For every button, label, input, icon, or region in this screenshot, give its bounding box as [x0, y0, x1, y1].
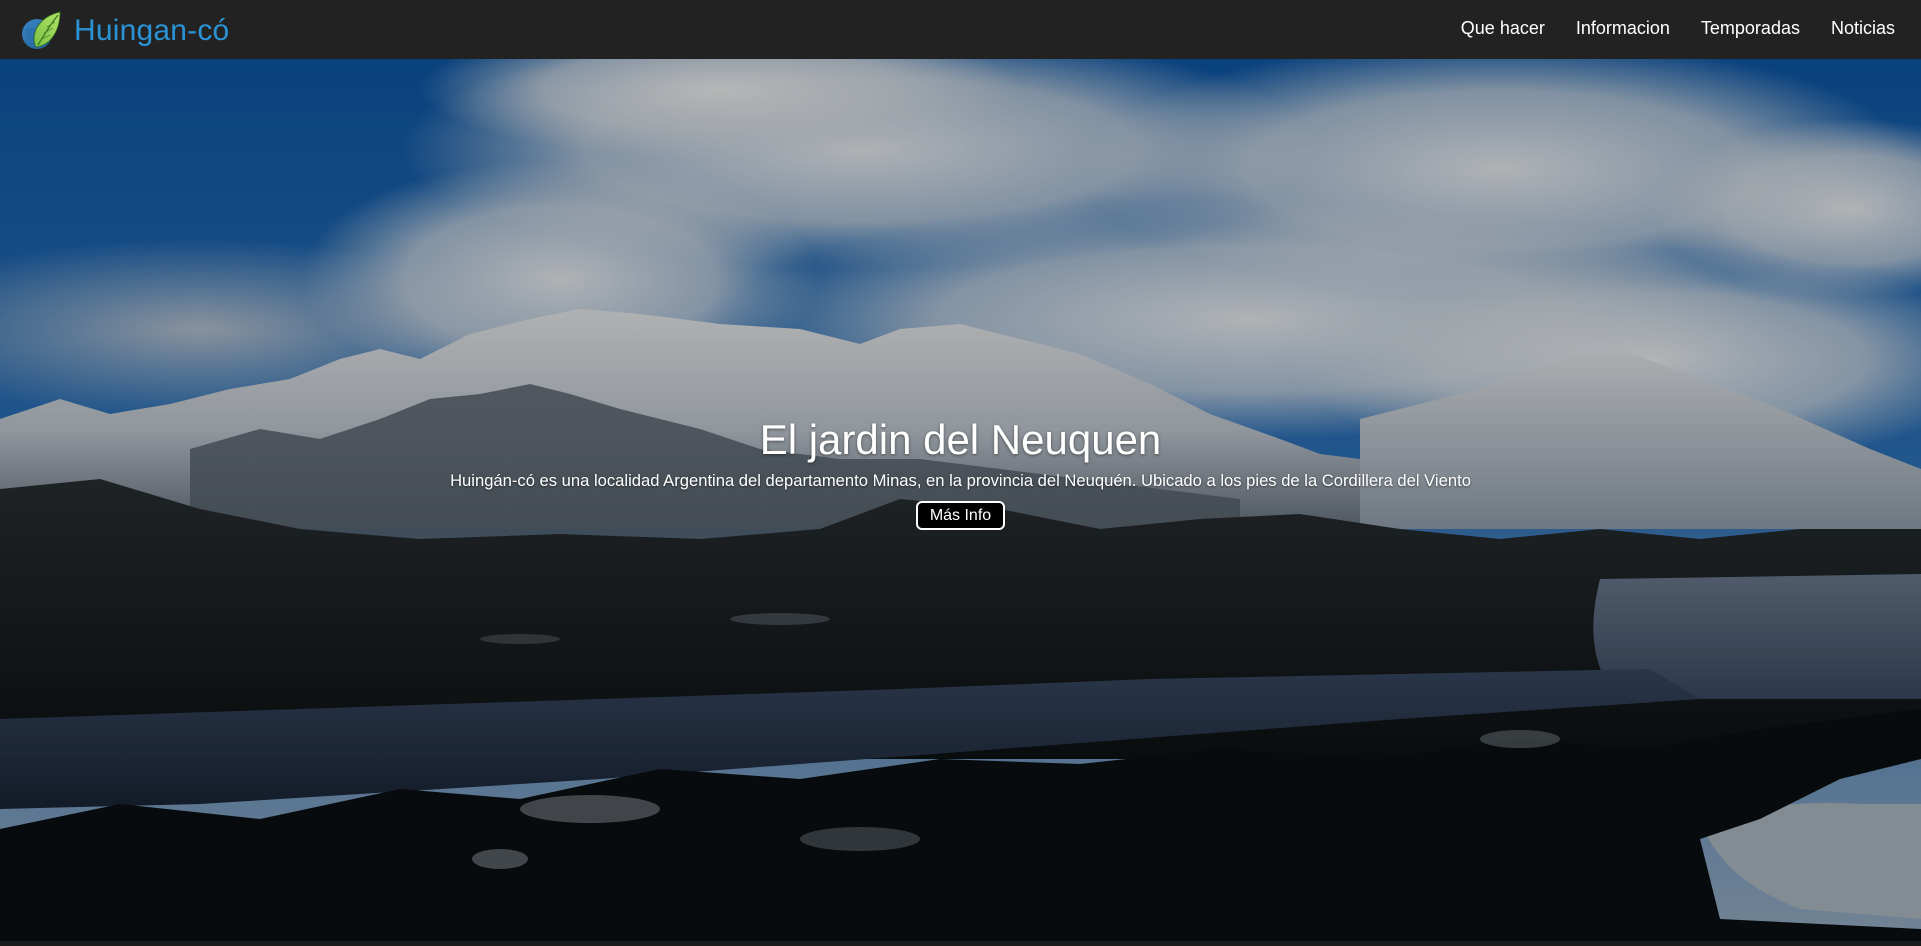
hero-subtitle: Huingán-có es una localidad Argentina de… [450, 471, 1471, 490]
nav-link-noticias[interactable]: Noticias [1831, 18, 1895, 39]
brand-link[interactable]: Huingan-có [20, 7, 229, 53]
nav-link-que-hacer[interactable]: Que hacer [1461, 18, 1545, 39]
hero-content: El jardin del Neuquen Huingán-có es una … [0, 415, 1921, 530]
page-bottom-edge [0, 941, 1921, 946]
hero-section: El jardin del Neuquen Huingán-có es una … [0, 59, 1921, 941]
brand-name: Huingan-có [74, 13, 230, 47]
leaf-globe-icon [22, 10, 61, 49]
mas-info-button[interactable]: Más Info [915, 501, 1006, 530]
nav-link-temporadas[interactable]: Temporadas [1701, 18, 1800, 39]
top-navbar: Huingan-có Que hacer Informacion Tempora… [0, 0, 1921, 59]
nav-link-informacion[interactable]: Informacion [1576, 18, 1670, 39]
hero-title: El jardin del Neuquen [759, 416, 1162, 463]
nav-menu: Que hacer Informacion Temporadas Noticia… [1430, 18, 1895, 40]
